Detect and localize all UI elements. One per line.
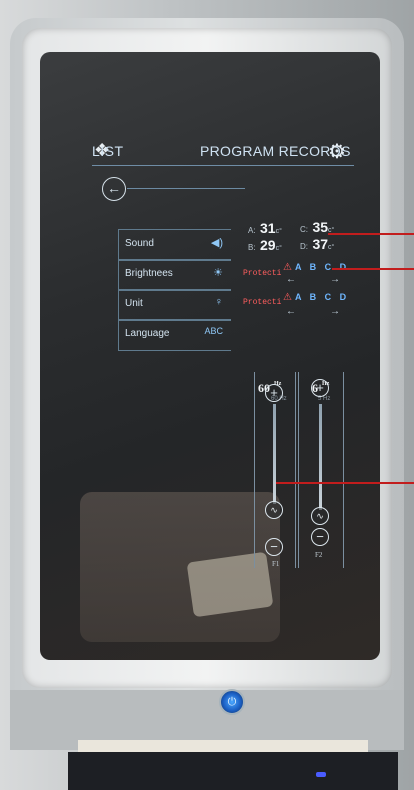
arrow-left-icon[interactable]: ← <box>286 274 296 285</box>
menu-item-label: Brightnees <box>125 268 173 279</box>
channel-selector-1[interactable]: A B C D <box>295 262 349 272</box>
arrow-left-icon[interactable]: ← <box>286 306 296 317</box>
power-button[interactable]: ⏻ <box>219 689 245 715</box>
plus-icon[interactable]: + <box>265 384 283 402</box>
freq-f2-label: F2 <box>315 551 323 559</box>
header-divider <box>92 165 354 166</box>
menu-item-language[interactable]: Language ABC <box>118 319 231 351</box>
plus-icon[interactable]: + <box>311 379 329 397</box>
status-led <box>316 772 326 777</box>
back-divider <box>127 188 245 189</box>
protection-label-1: Protecti <box>243 269 282 278</box>
warning-icon: ⚠ <box>283 292 292 303</box>
channel-selector-2[interactable]: A B C D <box>295 292 349 302</box>
slider-handle-f2[interactable]: ∿ <box>311 507 329 525</box>
minus-icon[interactable]: − <box>265 538 283 556</box>
tab-list[interactable]: LIST <box>92 143 124 159</box>
annotation-line <box>328 233 414 235</box>
base-shadow <box>68 752 398 790</box>
temp-d: D: 37c° <box>300 236 335 252</box>
person-icon: ♀ <box>214 296 223 308</box>
warning-icon: ⚠ <box>283 262 292 273</box>
temp-b: B: 29c° <box>248 237 282 253</box>
protection-label-2: Protecti <box>243 298 282 307</box>
back-arrow-icon[interactable]: ← <box>102 177 126 201</box>
gear-icon[interactable]: ⚙ <box>328 139 346 164</box>
temp-a: A: 31c° <box>248 220 282 236</box>
slider-track-f1[interactable] <box>273 404 276 504</box>
annotation-line <box>276 482 414 484</box>
slider-handle-f1[interactable]: ∿ <box>265 501 283 519</box>
menu-item-sound[interactable]: Sound ◀) <box>118 229 231 261</box>
arrow-right-icon[interactable]: → <box>330 306 340 317</box>
menu-item-unit[interactable]: Unit ♀ <box>118 289 231 321</box>
minus-icon[interactable]: − <box>311 528 329 546</box>
freq-f1-label: F1 <box>272 560 280 568</box>
slider-track-f2[interactable] <box>319 404 322 510</box>
speaker-icon: ◀) <box>210 237 223 249</box>
menu-item-label: Unit <box>125 298 143 309</box>
arrow-right-icon[interactable]: → <box>330 274 340 285</box>
sun-icon: ☀ <box>213 267 223 279</box>
menu-item-label: Sound <box>125 238 154 249</box>
abc-icon: ABC <box>204 326 223 336</box>
menu-item-label: Language <box>125 328 170 339</box>
annotation-line <box>332 268 414 270</box>
menu-item-brightness[interactable]: Brightnees ☀ <box>118 259 231 291</box>
